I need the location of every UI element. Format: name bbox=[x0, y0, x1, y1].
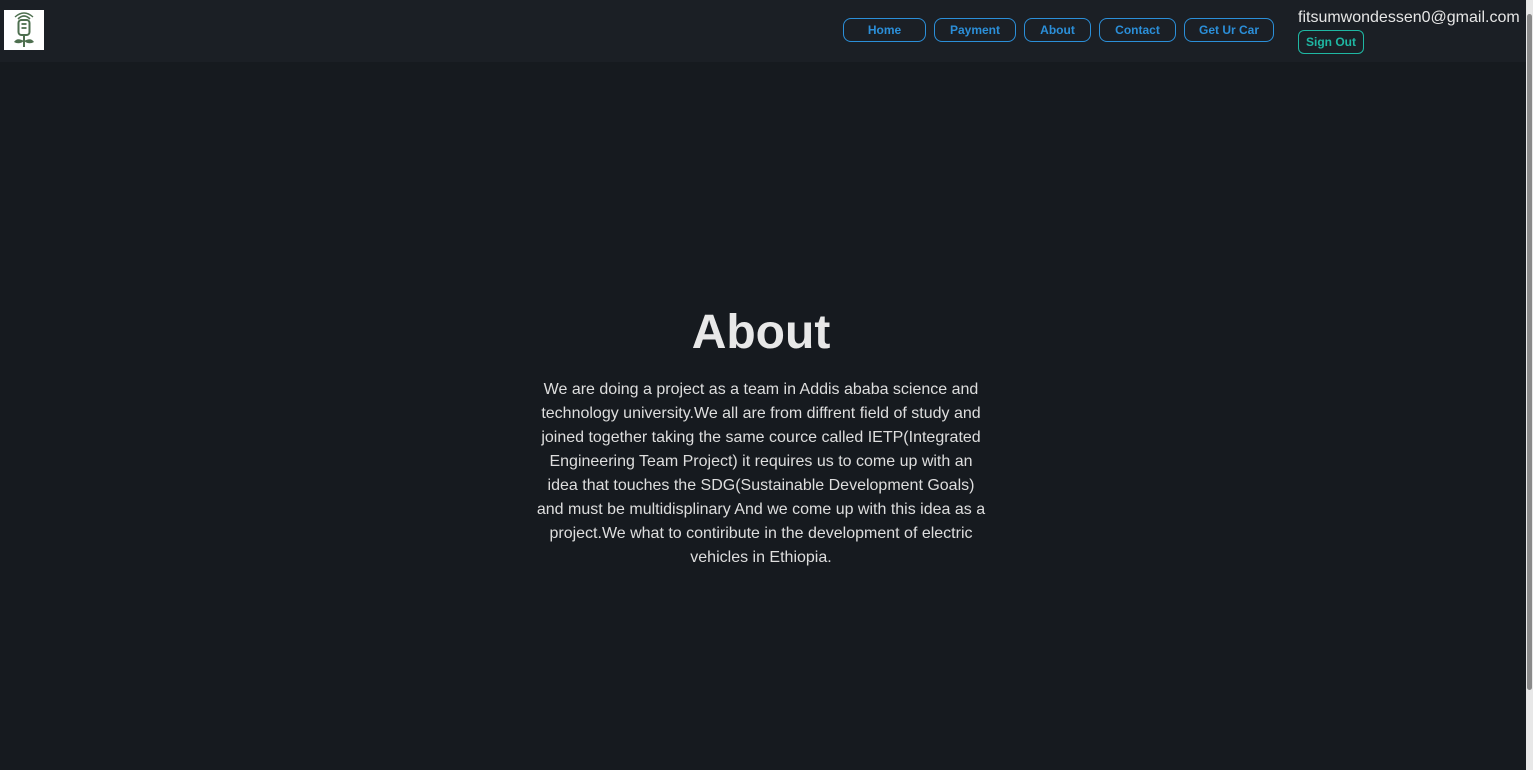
nav-home-button[interactable]: Home bbox=[843, 18, 926, 42]
nav-about-button[interactable]: About bbox=[1024, 18, 1091, 42]
scrollbar-thumb[interactable] bbox=[1527, 14, 1532, 690]
page-title: About bbox=[691, 306, 831, 359]
logo-icon[interactable] bbox=[4, 10, 44, 50]
user-email: fitsumwondessen0@gmail.com bbox=[1298, 9, 1520, 26]
top-navbar: Home Payment About Contact Get Ur Car fi… bbox=[0, 0, 1526, 62]
sign-out-button[interactable]: Sign Out bbox=[1298, 30, 1364, 54]
nav-get-ur-car-button[interactable]: Get Ur Car bbox=[1184, 18, 1274, 42]
vertical-scrollbar[interactable] bbox=[1526, 0, 1533, 770]
nav-contact-button[interactable]: Contact bbox=[1099, 18, 1176, 42]
about-description: We are doing a project as a team in Addi… bbox=[536, 381, 986, 566]
nav-payment-button[interactable]: Payment bbox=[934, 18, 1016, 42]
